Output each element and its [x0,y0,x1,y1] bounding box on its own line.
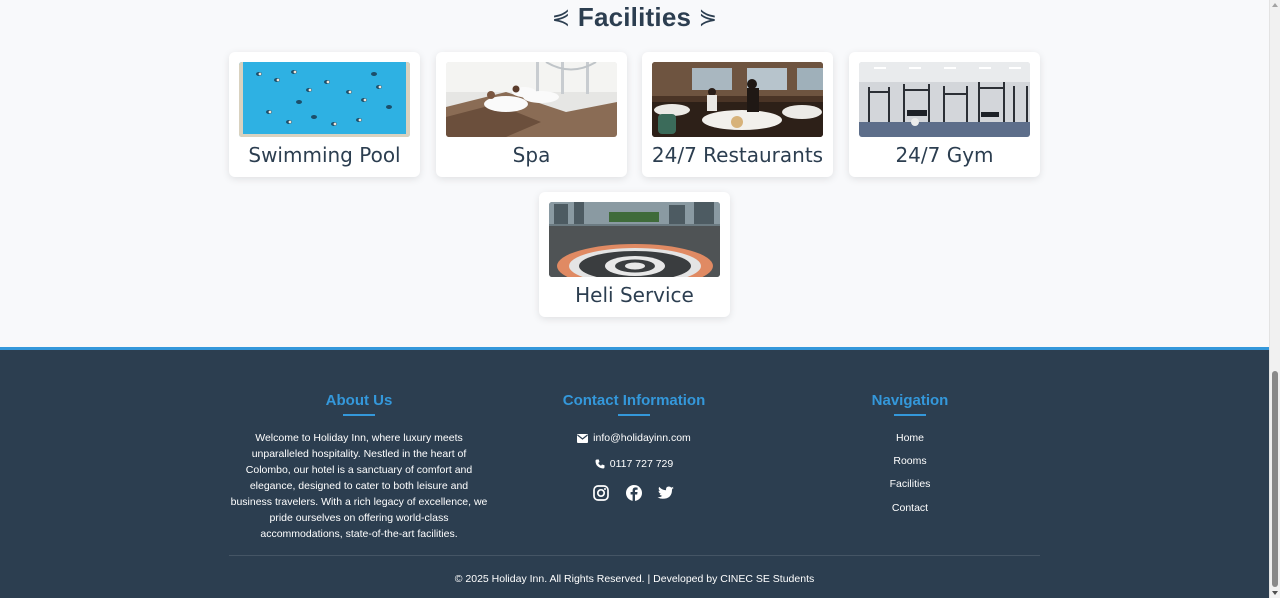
scroll-down-arrow[interactable] [1272,591,1278,595]
footer-nav-contact[interactable]: Contact [860,502,960,514]
page: ⋞ Facilities ⋟ Swimming Pool Spa 24/7 Re… [0,0,1280,598]
phone-icon [595,459,605,469]
gym-photo [859,62,1030,137]
about-text: Welcome to Holiday Inn, where luxury mee… [230,432,488,540]
scrollbar-thumb[interactable] [1272,371,1278,587]
spa-photo [446,62,617,137]
facility-card-gym[interactable]: 24/7 Gym [849,52,1040,177]
site-footer: About Us Welcome to Holiday Inn, where l… [0,347,1269,598]
contact-email-row[interactable]: info@holidayinn.com [534,432,734,444]
facility-card-spa[interactable]: Spa [436,52,627,177]
facility-label: 24/7 Gym [895,143,994,167]
facebook-icon[interactable] [625,484,643,502]
facility-label: 24/7 Restaurants [651,143,824,167]
page-scrollbar[interactable] [1269,0,1280,598]
swimming-pool-photo [239,62,410,137]
facilities-section: ⋞ Facilities ⋟ Swimming Pool Spa 24/7 Re… [0,0,1269,347]
facility-card-swimming-pool[interactable]: Swimming Pool [229,52,420,177]
contact-phone-row[interactable]: 0117 727 729 [534,458,734,470]
footer-nav-rooms[interactable]: Rooms [860,455,960,467]
contact-heading: Contact Information [534,392,734,416]
footer-nav-facilities[interactable]: Facilities [860,478,960,490]
restaurant-photo [652,62,823,137]
envelope-icon [577,434,589,443]
facility-card-heli-service[interactable]: Heli Service [539,192,730,317]
facilities-title: ⋞ Facilities ⋟ [0,2,1269,33]
instagram-icon[interactable] [592,484,610,502]
facility-label: Swimming Pool [248,143,401,167]
left-arrow-decoration: ⋞ [551,4,571,29]
navigation-heading: Navigation [810,392,1010,416]
contact-email: info@holidayinn.com [593,432,691,444]
copyright-text: © 2025 Holiday Inn. All Rights Reserved.… [454,573,815,585]
facilities-heading: Facilities [577,2,692,32]
helipad-photo [549,202,720,277]
footer-nav-home[interactable]: Home [860,432,960,444]
footer-divider [229,555,1040,556]
scroll-up-arrow[interactable] [1272,3,1278,7]
facility-label: Heli Service [575,283,694,307]
contact-phone: 0117 727 729 [609,458,674,470]
facility-card-restaurants[interactable]: 24/7 Restaurants [642,52,833,177]
facility-label: Spa [512,143,551,167]
about-heading: About Us [259,392,459,416]
twitter-icon[interactable] [657,484,675,502]
right-arrow-decoration: ⋟ [698,4,718,29]
social-links [592,484,682,504]
